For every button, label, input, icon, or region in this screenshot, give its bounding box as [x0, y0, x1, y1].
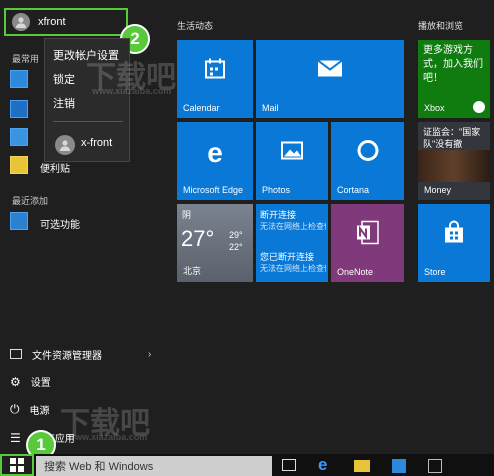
optional-features-label[interactable]: 可选功能: [40, 216, 80, 231]
sticky-notes-icon[interactable]: [10, 156, 28, 174]
settings-label: 设置: [30, 378, 51, 389]
user-avatar-icon: [12, 13, 30, 31]
user-name: xfront: [38, 16, 66, 28]
file-explorer-label: 文件资源管理器: [32, 350, 102, 362]
money-tile[interactable]: 证监会："国家队"没有撤 Money: [418, 122, 490, 200]
calendar-tile-label: Calendar: [183, 103, 220, 113]
cortana-tile-label: Cortana: [337, 185, 370, 195]
user-account-button[interactable]: xfront: [4, 8, 128, 36]
calendar-tile[interactable]: Calendar: [177, 40, 253, 118]
money-headline: 证监会："国家队"没有撤: [423, 127, 481, 149]
power-icon: ⏻: [10, 402, 20, 416]
app-icon-3[interactable]: [10, 128, 28, 146]
file-explorer-item[interactable]: 文件资源管理器 ›: [10, 346, 160, 362]
onenote-icon: [356, 220, 380, 251]
other-user-avatar-icon: [55, 135, 75, 155]
edge-icon: e: [207, 137, 223, 169]
news-tile[interactable]: 断开连接 无法在网络上检查信息 您已断开连接 无法在网络上检查信息: [256, 204, 328, 282]
photos-tile-label: Photos: [262, 185, 291, 195]
sticky-notes-label[interactable]: 便利贴: [40, 160, 70, 175]
cortana-tile[interactable]: Cortana: [331, 122, 404, 200]
money-tile-label: Money: [424, 185, 452, 195]
settings-item[interactable]: ⚙ 设置: [10, 374, 51, 390]
news-line-2: 无法在网络上检查信息: [260, 222, 326, 231]
onenote-tile[interactable]: OneNote: [331, 204, 404, 282]
store-tile[interactable]: Store: [418, 204, 490, 282]
weather-city: 北京: [183, 266, 202, 276]
app-icon-1[interactable]: [10, 70, 28, 88]
lock-item[interactable]: 锁定: [53, 71, 75, 87]
xbox-tile-label: Xbox: [424, 103, 445, 113]
power-label: 电源: [29, 406, 50, 417]
weather-condition: 阴: [182, 210, 192, 220]
onenote-tile-label: OneNote: [337, 267, 374, 277]
photos-tile[interactable]: Photos: [256, 122, 328, 200]
app-icon-2[interactable]: [10, 100, 28, 118]
store-bag-icon: [443, 220, 465, 250]
mail-tile[interactable]: Mail: [256, 40, 404, 118]
weather-high: 29°: [229, 230, 243, 240]
folder-icon: [10, 349, 22, 359]
store-taskbar-icon[interactable]: [392, 459, 406, 473]
popup-divider: [53, 121, 123, 122]
edge-tile-label: Microsoft Edge: [183, 185, 244, 195]
start-button[interactable]: [0, 454, 34, 476]
calendar-icon: [204, 58, 226, 85]
store-tile-label: Store: [424, 267, 446, 277]
cortana-icon: [356, 139, 380, 168]
xbox-promo-text: 更多游戏方式，加入我们吧！: [423, 45, 483, 84]
task-view-icon[interactable]: [282, 459, 296, 471]
group-title-life: 生活动态: [177, 21, 214, 31]
windows-logo-icon: [10, 458, 24, 472]
power-item[interactable]: ⏻ 电源: [10, 402, 50, 417]
most-used-label: 最常用: [12, 54, 40, 64]
news-line-3: 您已断开连接: [260, 252, 315, 262]
gear-icon: ⚙: [10, 374, 21, 389]
watermark-url-bottom: www.xiazaiba.com: [68, 432, 148, 442]
sign-out-item[interactable]: 注销: [53, 95, 75, 111]
edge-tile[interactable]: e Microsoft Edge: [177, 122, 253, 200]
search-placeholder: 搜索 Web 和 Windows: [44, 461, 154, 473]
search-box[interactable]: 搜索 Web 和 Windows: [36, 456, 272, 476]
weather-low: 22°: [229, 242, 243, 252]
weather-temp: 27°: [181, 226, 215, 251]
xbox-tile[interactable]: 更多游戏方式，加入我们吧！ Xbox: [418, 40, 490, 118]
list-icon: ☰: [10, 430, 21, 445]
mail-icon: [317, 59, 343, 83]
other-user-item[interactable]: x-front: [81, 137, 112, 149]
news-line-4: 无法在网络上检查信息: [260, 264, 326, 273]
photos-icon: [281, 141, 303, 165]
news-line-1: 断开连接: [260, 210, 297, 220]
edge-taskbar-icon[interactable]: e: [318, 455, 327, 475]
money-photo: [418, 150, 490, 182]
group-title-play: 播放和浏览: [418, 21, 464, 31]
optional-features-icon[interactable]: [10, 212, 28, 230]
taskbar-app-icon[interactable]: [428, 459, 442, 473]
recently-added-label: 最近添加: [12, 196, 49, 206]
mail-tile-label: Mail: [262, 103, 279, 113]
chevron-right-icon: ›: [148, 348, 152, 360]
xbox-logo-icon: [473, 101, 485, 113]
watermark-url: www.xiazaiba.com: [92, 86, 172, 96]
file-explorer-taskbar-icon[interactable]: [354, 460, 370, 472]
weather-tile[interactable]: 阴 27° 29° 22° 北京: [177, 204, 253, 282]
